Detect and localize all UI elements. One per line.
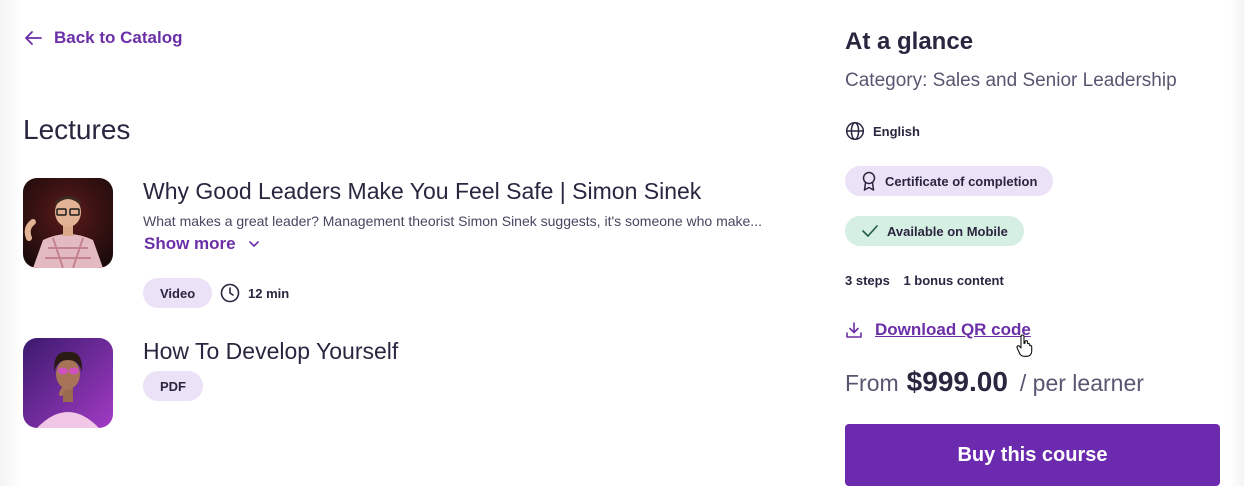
- course-sidebar: At a glance Category: Sales and Senior L…: [845, 0, 1221, 486]
- left-edge-shadow: [0, 0, 22, 486]
- speaker-photo-icon: [23, 178, 113, 268]
- download-qr-label: Download QR code: [875, 320, 1031, 339]
- right-edge-shadow: [1230, 0, 1244, 486]
- steps-count: 3 steps: [845, 273, 890, 288]
- certificate-badge: Certificate of completion: [845, 166, 1054, 196]
- price-from-label: From: [845, 370, 899, 396]
- check-icon: [862, 225, 878, 237]
- lecture-type-badge: Video: [143, 278, 213, 308]
- lectures-heading: Lectures: [23, 114, 131, 145]
- chevron-down-icon: [248, 241, 259, 247]
- download-qr-link[interactable]: Download QR code: [845, 320, 1031, 340]
- certificate-label: Certificate of completion: [885, 173, 1038, 189]
- price-per-label: / per learner: [1019, 370, 1144, 396]
- show-more-label: Show more: [144, 234, 236, 253]
- at-a-glance-heading: At a glance: [845, 28, 974, 55]
- lecture-duration: 12 min: [220, 283, 289, 303]
- lecture-type-badge: PDF: [143, 371, 203, 401]
- price-amount: $999.00: [906, 366, 1008, 397]
- course-category: Category: Sales and Senior Leadership: [845, 70, 1177, 91]
- lecture-description: What makes a great leader? Management th…: [143, 213, 762, 229]
- woman-photo-icon: [23, 338, 113, 428]
- show-more-button[interactable]: Show more: [144, 234, 260, 254]
- bonus-count: 1 bonus content: [903, 273, 1004, 288]
- course-steps: 3 steps 1 bonus content: [845, 273, 1004, 288]
- language-label: English: [873, 123, 920, 139]
- lecture-title[interactable]: How To Develop Yourself: [143, 338, 398, 365]
- back-to-catalog-link[interactable]: Back to Catalog: [24, 28, 182, 48]
- language-indicator: English: [845, 121, 920, 141]
- back-to-catalog-label: Back to Catalog: [54, 28, 183, 47]
- lecture-title[interactable]: Why Good Leaders Make You Feel Safe | Si…: [143, 178, 701, 205]
- globe-icon: [845, 121, 865, 141]
- download-icon: [846, 322, 862, 338]
- hand-cursor-icon: [1016, 334, 1033, 357]
- award-icon: [862, 171, 876, 191]
- duration-label: 12 min: [248, 285, 290, 301]
- lecture-thumbnail[interactable]: [23, 178, 113, 268]
- arrow-left-icon: [25, 31, 42, 45]
- buy-course-button[interactable]: Buy this course: [845, 424, 1220, 486]
- clock-icon: [220, 283, 240, 303]
- mobile-badge: Available on Mobile: [845, 216, 1024, 246]
- lecture-thumbnail[interactable]: [23, 338, 113, 428]
- mobile-label: Available on Mobile: [887, 223, 1008, 239]
- price-block: From $999.00 / per learner: [845, 366, 1144, 398]
